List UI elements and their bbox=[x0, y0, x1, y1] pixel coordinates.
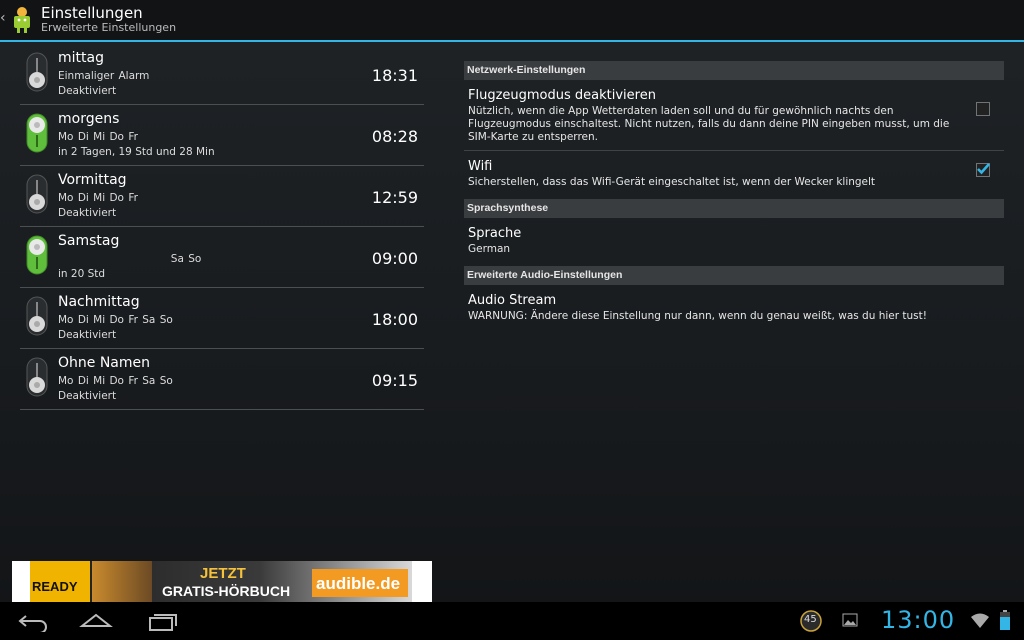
pref-summary: German bbox=[468, 243, 511, 255]
pref-title: Sprache bbox=[468, 226, 522, 241]
recent-apps-icon[interactable] bbox=[144, 610, 180, 632]
alarm-name: Vormittag bbox=[58, 172, 127, 188]
alarm-status: in 20 Std bbox=[58, 268, 106, 280]
alarm-status: Deaktiviert bbox=[58, 85, 117, 97]
page-title: Einstellungen bbox=[41, 4, 143, 22]
alarm-row[interactable]: mittag Einmaliger Alarm Deaktiviert 18:3… bbox=[20, 44, 424, 105]
alarm-row[interactable]: morgens Mo Di Mi Do Fr in 2 Tagen, 19 St… bbox=[20, 105, 424, 166]
page-subtitle: Erweiterte Einstellungen bbox=[41, 21, 177, 34]
notification-count: 45 bbox=[804, 614, 817, 625]
pref-language[interactable]: Sprache German bbox=[464, 218, 1004, 262]
alarm-row[interactable]: Ohne Namen Mo Di Mi Do Fr Sa So Deaktivi… bbox=[20, 349, 424, 410]
alarm-row[interactable]: Nachmittag Mo Di Mi Do Fr Sa So Deaktivi… bbox=[20, 288, 424, 349]
alarm-row[interactable]: Samstag Sa So in 20 Std 09:00 bbox=[20, 227, 424, 288]
alarm-days: Mo Di Mi Do Fr bbox=[58, 192, 138, 204]
home-icon[interactable] bbox=[78, 610, 114, 632]
status-clock[interactable]: 13:00 bbox=[881, 606, 955, 634]
alarm-time: 09:00 bbox=[371, 249, 418, 268]
action-bar: ‹ Einstellungen Erweiterte Einstellungen bbox=[0, 0, 1024, 42]
battery-icon bbox=[1000, 610, 1010, 630]
pref-summary: WARNUNG: Ändere diese Einstellung nur da… bbox=[468, 310, 927, 322]
alarm-name: Ohne Namen bbox=[58, 355, 151, 371]
alarm-row[interactable]: Vormittag Mo Di Mi Do Fr Deaktiviert 12:… bbox=[20, 166, 424, 227]
alarm-toggle-off[interactable] bbox=[26, 174, 48, 214]
pref-wifi[interactable]: Wifi Sicherstellen, dass das Wifi-Gerät … bbox=[464, 151, 1004, 195]
ad-brand-text: audible.de bbox=[316, 574, 401, 593]
alarm-name: Nachmittag bbox=[58, 294, 140, 310]
alarm-time: 12:59 bbox=[371, 188, 418, 207]
wifi-checkbox[interactable] bbox=[976, 163, 990, 177]
checkmark-icon bbox=[977, 163, 990, 175]
alarm-time: 18:00 bbox=[371, 310, 418, 329]
alarm-toggle-off[interactable] bbox=[26, 296, 48, 336]
alarm-toggle-off[interactable] bbox=[26, 357, 48, 397]
alarm-time: 18:31 bbox=[371, 66, 418, 85]
alarm-days: Mo Di Mi Do Fr bbox=[58, 131, 138, 143]
settings-panel: Netzwerk-Einstellungen Flugzeugmodus dea… bbox=[464, 61, 1004, 329]
ad-book-cover-ready: READY bbox=[30, 561, 90, 602]
pref-title: Audio Stream bbox=[468, 293, 557, 308]
alarm-time: 09:15 bbox=[371, 371, 418, 390]
pref-summary: Nützlich, wenn die App Wetterdaten laden… bbox=[468, 105, 950, 143]
ad-headline: JETZT bbox=[200, 565, 246, 582]
alarm-status: Deaktiviert bbox=[58, 390, 117, 402]
ad-ready-text: READY bbox=[32, 579, 78, 594]
pref-audio-stream[interactable]: Audio Stream WARNUNG: Ändere diese Einst… bbox=[464, 285, 1004, 329]
android-app-icon[interactable] bbox=[10, 6, 34, 34]
up-chevron-icon[interactable]: ‹ bbox=[0, 10, 6, 26]
alarm-days: Sa So bbox=[58, 253, 202, 265]
alarm-status: Deaktiviert bbox=[58, 207, 117, 219]
section-header-audio: Erweiterte Audio-Einstellungen bbox=[464, 266, 1004, 285]
back-icon[interactable] bbox=[16, 610, 52, 632]
pref-airplane-mode[interactable]: Flugzeugmodus deaktivieren Nützlich, wen… bbox=[464, 80, 1004, 151]
alarm-time: 08:28 bbox=[371, 127, 418, 146]
ad-banner[interactable]: READY JETZT GRATIS-HÖRBUCH audible.de bbox=[12, 561, 432, 602]
section-header-network: Netzwerk-Einstellungen bbox=[464, 61, 1004, 80]
alarm-days: Mo Di Mi Do Fr Sa So bbox=[58, 314, 173, 326]
pref-summary: Sicherstellen, dass das Wifi-Gerät einge… bbox=[468, 176, 876, 188]
alarm-days: Mo Di Mi Do Fr Sa So bbox=[58, 375, 173, 387]
alarm-name: morgens bbox=[58, 111, 120, 127]
alarm-status: in 2 Tagen, 19 Std und 28 Min bbox=[58, 146, 215, 158]
alarm-toggle-off[interactable] bbox=[26, 52, 48, 92]
alarm-name: Samstag bbox=[58, 233, 120, 249]
ad-book-cover bbox=[92, 561, 152, 602]
alarm-status: Deaktiviert bbox=[58, 329, 117, 341]
alarm-days: Einmaliger Alarm bbox=[58, 70, 150, 82]
alarm-list: mittag Einmaliger Alarm Deaktiviert 18:3… bbox=[20, 44, 424, 410]
ad-brand-logo: audible.de bbox=[312, 569, 408, 597]
wifi-icon bbox=[971, 613, 989, 628]
alarm-toggle-on[interactable] bbox=[26, 235, 48, 275]
section-header-speech: Sprachsynthese bbox=[464, 199, 1004, 218]
pref-title: Flugzeugmodus deaktivieren bbox=[468, 88, 656, 103]
system-bar: 45 13:00 bbox=[0, 602, 1024, 640]
alarm-toggle-on[interactable] bbox=[26, 113, 48, 153]
ad-subheadline: GRATIS-HÖRBUCH bbox=[162, 583, 291, 599]
image-notification-icon[interactable] bbox=[842, 613, 858, 627]
alarm-name: mittag bbox=[58, 50, 104, 66]
notification-icon[interactable]: 45 bbox=[800, 610, 822, 632]
ad-content[interactable]: READY JETZT GRATIS-HÖRBUCH audible.de bbox=[30, 561, 412, 602]
airplane-checkbox[interactable] bbox=[976, 102, 990, 116]
pref-title: Wifi bbox=[468, 159, 493, 174]
